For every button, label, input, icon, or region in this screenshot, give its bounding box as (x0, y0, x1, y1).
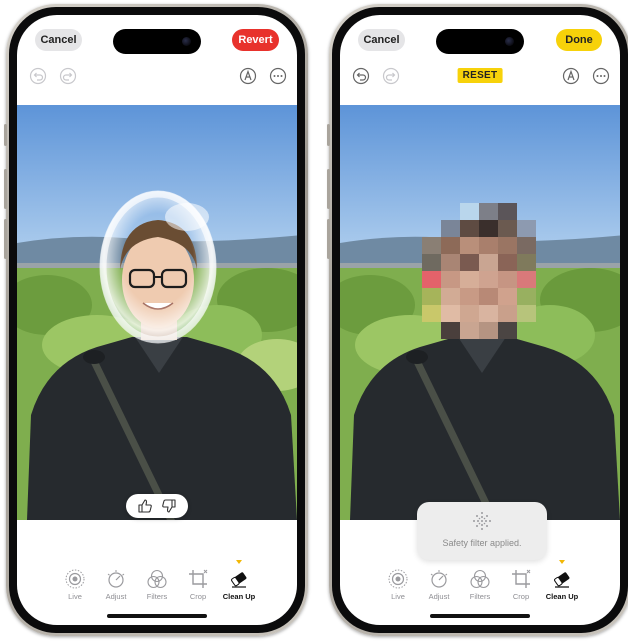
reset-button[interactable]: RESET (457, 68, 503, 83)
undo-icon[interactable] (352, 67, 370, 85)
live-icon (65, 569, 85, 589)
tool-label: Live (68, 592, 82, 601)
more-icon[interactable] (592, 67, 610, 85)
markup-icon[interactable] (239, 67, 257, 85)
left-phone: Cancel Revert Live Adjust Filters Crop C… (4, 4, 308, 636)
volume-down-button (4, 219, 7, 259)
volume-down-button (327, 219, 330, 259)
tool-crop[interactable]: Crop (500, 568, 542, 601)
right-screen: Cancel Done RESET Safety filter applied.… (340, 15, 620, 625)
left-screen: Cancel Revert Live Adjust Filters Crop C… (17, 15, 297, 625)
action-button (4, 124, 7, 146)
right-phone: Cancel Done RESET Safety filter applied.… (327, 4, 628, 636)
tool-label: Live (391, 592, 405, 601)
home-indicator[interactable] (430, 614, 530, 618)
redo-icon[interactable] (382, 67, 400, 85)
crop-icon (512, 569, 531, 588)
revert-button[interactable]: Revert (232, 29, 279, 51)
tool-label: Clean Up (222, 592, 256, 601)
volume-up-button (4, 169, 7, 209)
tool-label: Crop (189, 592, 207, 601)
eraser-icon (554, 572, 570, 588)
undo-icon[interactable] (29, 67, 47, 85)
photo-canvas[interactable] (340, 105, 620, 520)
adjust-icon (107, 570, 125, 588)
tool-label: Adjust (428, 592, 450, 601)
home-indicator[interactable] (107, 614, 207, 618)
edit-tools-bar: Live Adjust Filters Crop Clean Up (17, 560, 297, 618)
active-tool-indicator (236, 560, 242, 564)
cancel-button[interactable]: Cancel (35, 29, 82, 51)
tool-adjust[interactable]: Adjust (95, 568, 137, 601)
done-button[interactable]: Done (556, 29, 602, 51)
tool-filters[interactable]: Filters (136, 568, 178, 601)
tool-label: Crop (512, 592, 530, 601)
processing-dots-icon (473, 512, 491, 530)
tool-clean-up[interactable]: Clean Up (218, 560, 260, 601)
tool-label: Adjust (105, 592, 127, 601)
filters-icon (147, 569, 167, 589)
tool-live[interactable]: Live (54, 568, 96, 601)
tool-adjust[interactable]: Adjust (418, 568, 460, 601)
thumbs-down-icon[interactable] (160, 497, 178, 515)
tool-label: Filters (146, 592, 168, 601)
live-icon (388, 569, 408, 589)
markup-icon[interactable] (562, 67, 580, 85)
safety-filter-toast: Safety filter applied. (417, 502, 547, 560)
tool-crop[interactable]: Crop (177, 568, 219, 601)
filters-icon (470, 569, 490, 589)
tool-filters[interactable]: Filters (459, 568, 501, 601)
tool-label: Filters (469, 592, 491, 601)
redo-icon[interactable] (59, 67, 77, 85)
dynamic-island (113, 29, 201, 54)
tool-clean-up[interactable]: Clean Up (541, 560, 583, 601)
tool-label: Clean Up (545, 592, 579, 601)
adjust-icon (430, 570, 448, 588)
toast-message: Safety filter applied. (442, 538, 522, 548)
action-button (327, 124, 330, 146)
dynamic-island (436, 29, 524, 54)
active-tool-indicator (559, 560, 565, 564)
edit-tools-bar: Live Adjust Filters Crop Clean Up (340, 560, 620, 618)
cancel-button[interactable]: Cancel (358, 29, 405, 51)
more-icon[interactable] (269, 67, 287, 85)
feedback-bar (126, 494, 188, 518)
tool-live[interactable]: Live (377, 568, 419, 601)
thumbs-up-icon[interactable] (136, 497, 154, 515)
eraser-icon (231, 572, 247, 588)
crop-icon (189, 569, 208, 588)
volume-up-button (327, 169, 330, 209)
photo-canvas[interactable] (17, 105, 297, 520)
